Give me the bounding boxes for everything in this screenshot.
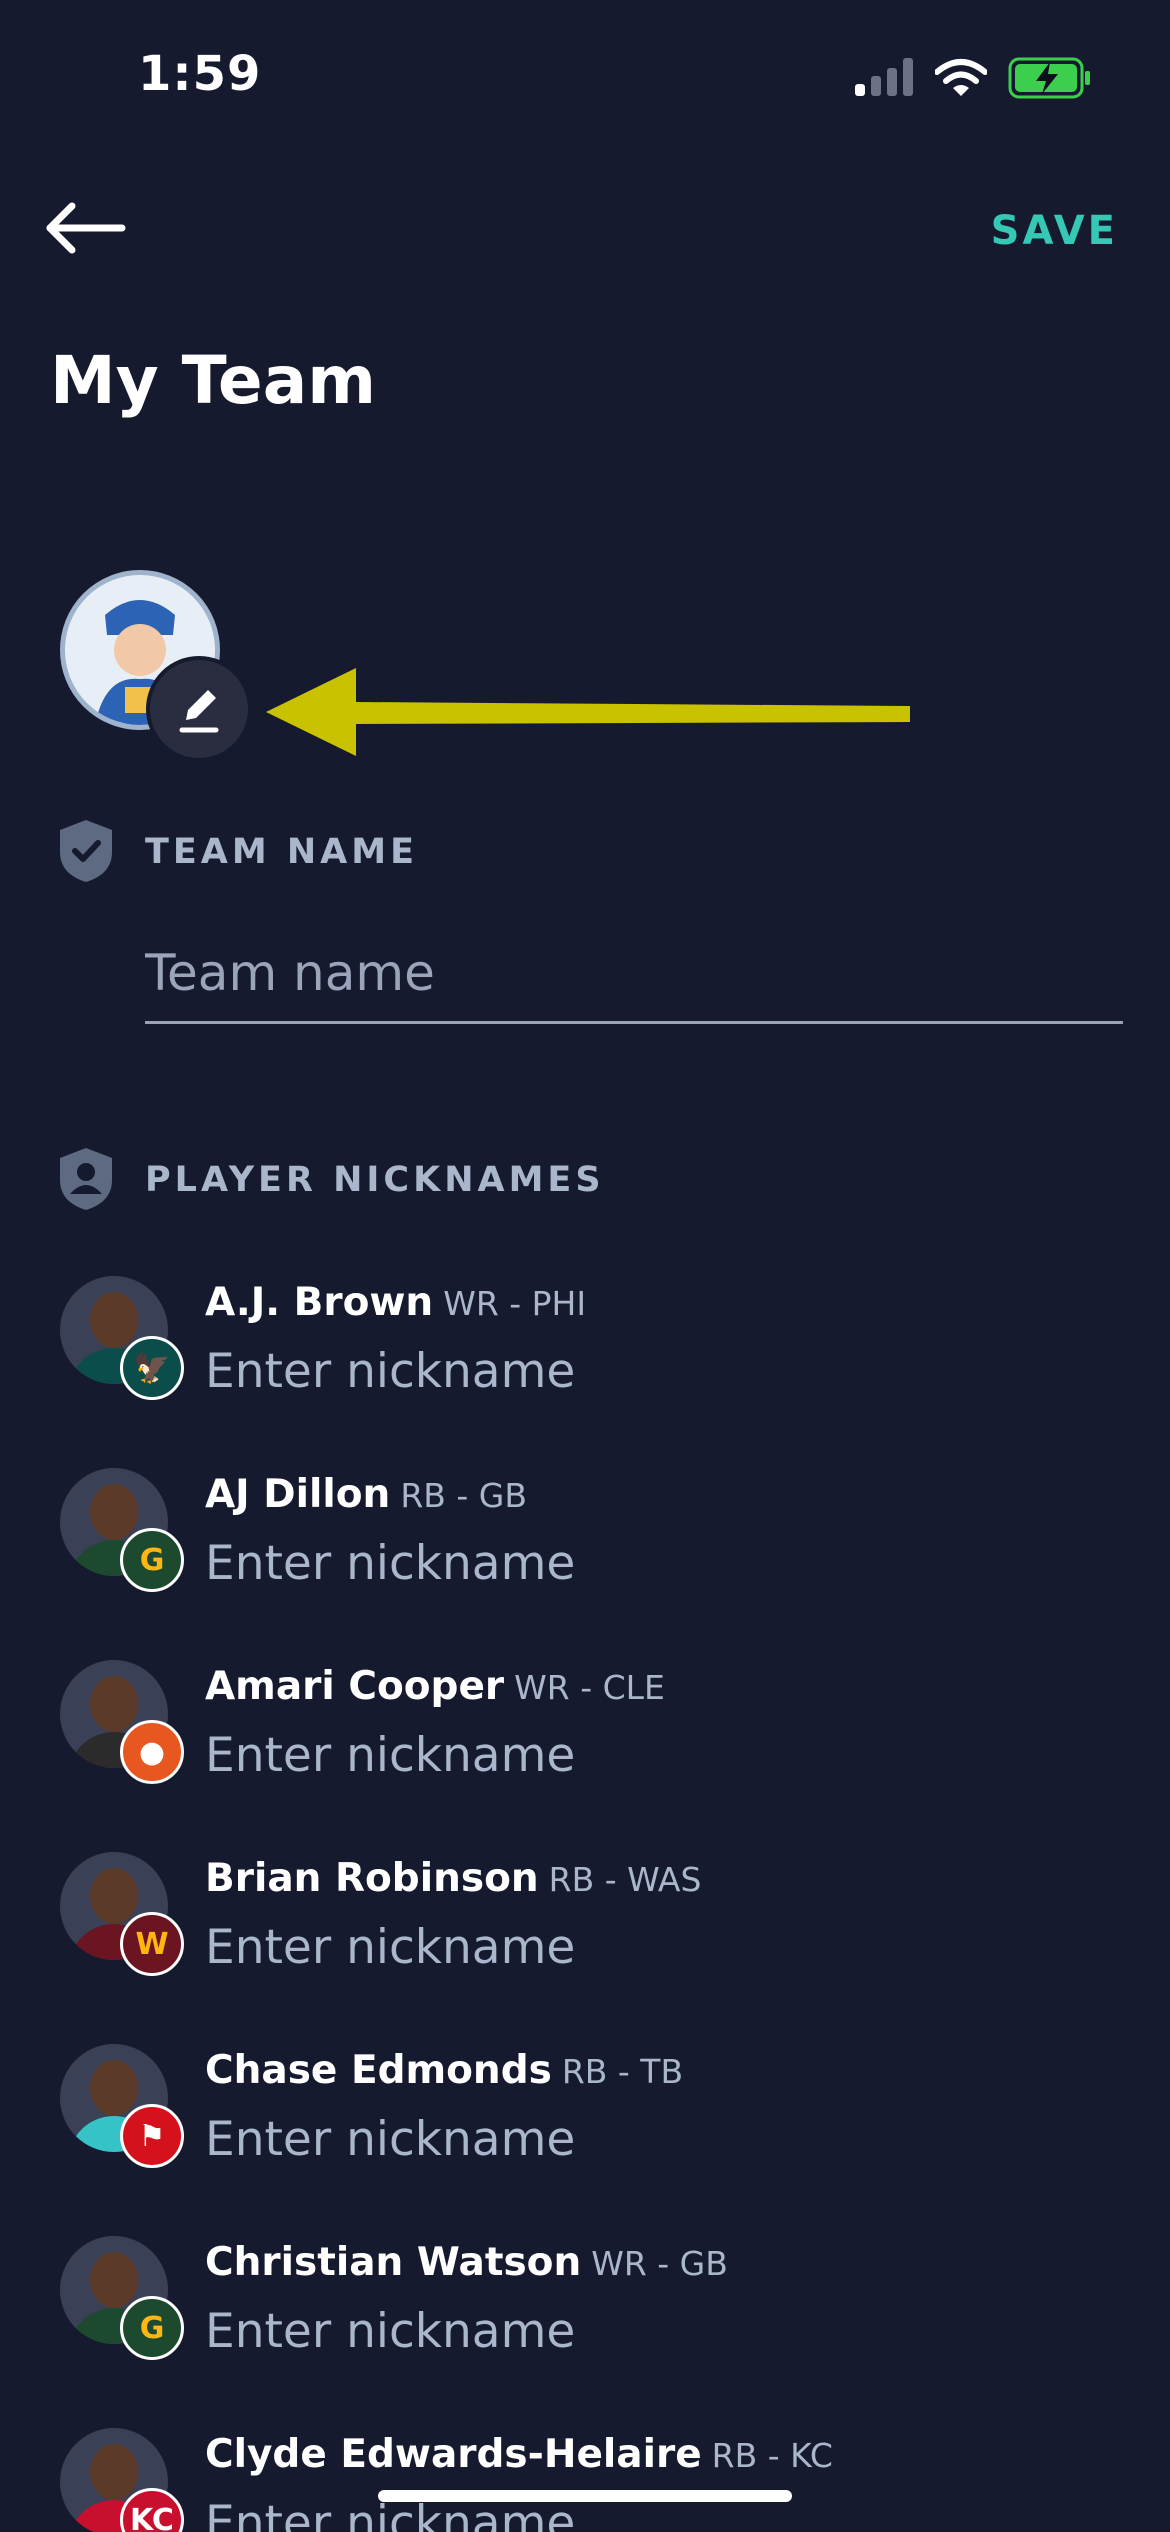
team-name-label: TEAM NAME (145, 832, 419, 872)
nickname-input[interactable] (205, 2298, 1105, 2364)
save-button[interactable]: SAVE (991, 208, 1118, 254)
player-name: Christian Watson WR - GB (205, 2240, 728, 2285)
player-name: Chase Edmonds RB - TB (205, 2048, 684, 2093)
player-position: RB - KC (711, 2436, 833, 2475)
nickname-input[interactable] (205, 1530, 1105, 1596)
shield-check-icon (60, 820, 112, 882)
nickname-input[interactable] (205, 1722, 1105, 1788)
player-position: WR - CLE (514, 1668, 665, 1707)
list-item: W Brian Robinson RB - WAS (0, 1844, 1170, 2034)
back-arrow-icon[interactable] (42, 200, 126, 256)
player-name: A.J. Brown WR - PHI (205, 1280, 587, 1325)
list-item: G AJ Dillon RB - GB (0, 1460, 1170, 1650)
player-nicknames-label: PLAYER NICKNAMES (145, 1160, 605, 1200)
nickname-input[interactable] (205, 1914, 1105, 1980)
player-position: RB - TB (561, 2052, 684, 2091)
wifi-icon (935, 59, 987, 96)
player-position: WR - PHI (443, 1284, 587, 1323)
pencil-icon (179, 690, 219, 733)
nickname-input[interactable] (205, 1338, 1105, 1404)
player-position: RB - GB (400, 1476, 527, 1515)
player-name: Brian Robinson RB - WAS (205, 1856, 702, 1901)
player-name: AJ Dillon RB - GB (205, 1472, 527, 1517)
team-name-input[interactable] (145, 924, 1123, 1024)
player-name: Amari Cooper WR - CLE (205, 1664, 665, 1709)
edit-logo-button[interactable] (150, 660, 248, 758)
team-badge-icon: G (120, 2296, 184, 2360)
cellular-signal-icon (855, 58, 915, 96)
status-time: 1:59 (138, 46, 262, 102)
home-indicator[interactable] (378, 2490, 792, 2502)
list-item: ⚑ Chase Edmonds RB - TB (0, 2036, 1170, 2226)
annotation-arrow (266, 668, 910, 756)
player-position: RB - WAS (548, 1860, 702, 1899)
list-item: G Christian Watson WR - GB (0, 2228, 1170, 2418)
player-position: WR - GB (591, 2244, 728, 2283)
team-badge-icon: W (120, 1912, 184, 1976)
team-badge-icon: ⚑ (120, 2104, 184, 2168)
team-badge-icon: G (120, 1528, 184, 1592)
list-item: ● Amari Cooper WR - CLE (0, 1652, 1170, 1842)
page-title: My Team (50, 342, 377, 419)
nickname-input[interactable] (205, 2106, 1105, 2172)
battery-charging-icon (1008, 57, 1090, 99)
shield-person-icon (60, 1148, 112, 1210)
player-name: Clyde Edwards-Helaire RB - KC (205, 2432, 833, 2477)
team-badge-icon: 🦅 (120, 1336, 184, 1400)
team-badge-icon: ● (120, 1720, 184, 1784)
list-item: 🦅 A.J. Brown WR - PHI (0, 1268, 1170, 1458)
list-item: KC Clyde Edwards-Helaire RB - KC (0, 2420, 1170, 2532)
